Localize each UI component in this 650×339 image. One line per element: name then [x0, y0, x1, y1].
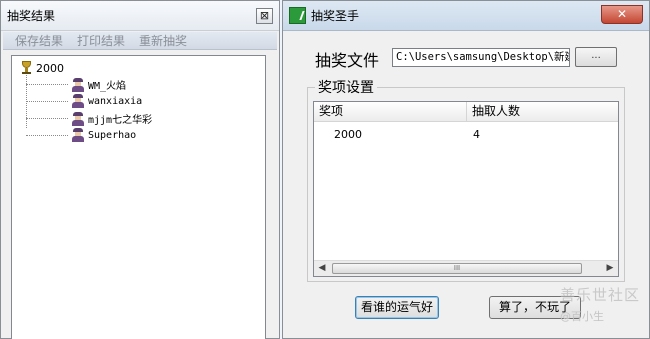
user-icon [71, 111, 85, 126]
user-icon [71, 128, 85, 142]
tree-child-node[interactable]: mjjm七之华彩 [26, 111, 152, 126]
lottery-window-title: 抽奖圣手 [311, 9, 360, 23]
horizontal-scrollbar[interactable]: ◀ III ▶ [314, 260, 618, 276]
trophy-icon [20, 61, 33, 75]
results-close-button[interactable]: ⊠ [256, 8, 273, 24]
browse-button[interactable]: ... [575, 47, 617, 67]
lottery-close-button[interactable]: ✕ [601, 5, 643, 24]
tree-root-label: 2000 [36, 61, 64, 75]
scroll-thumb[interactable]: III [332, 263, 582, 274]
results-window-title: 抽奖结果 [7, 9, 56, 23]
results-window: 抽奖结果 ⊠ 保存结果 打印结果 重新抽奖 2000 WM_火焰 wanxiax… [0, 0, 280, 339]
file-path-field[interactable]: C:\Users\samsung\Desktop\新建 [392, 48, 570, 67]
tree-child-label: wanxiaxia [88, 95, 143, 107]
scroll-right-arrow-icon[interactable]: ▶ [602, 261, 618, 276]
quit-button[interactable]: 算了，不玩了 [489, 296, 581, 319]
lottery-titlebar: 抽奖圣手 [283, 1, 649, 31]
table-row[interactable]: 2000 4 [314, 128, 618, 144]
cell-count: 4 [473, 128, 480, 141]
prize-list-header: 奖项 抽取人数 [314, 102, 618, 122]
menu-print-results[interactable]: 打印结果 [77, 32, 125, 49]
results-tree[interactable]: 2000 WM_火焰 wanxiaxia mjjm七之华彩 Superhao [11, 55, 266, 339]
results-menubar: 保存结果 打印结果 重新抽奖 [3, 32, 277, 50]
prize-list[interactable]: 奖项 抽取人数 2000 4 ◀ III ▶ [313, 101, 619, 277]
file-label: 抽奖文件 [315, 51, 380, 70]
results-titlebar: 抽奖结果 [1, 1, 279, 31]
tree-child-label: Superhao [88, 129, 137, 141]
tree-child-label: WM_火焰 [88, 81, 127, 92]
tree-root-node[interactable]: 2000 [20, 61, 64, 75]
prize-settings-title: 奖项设置 [315, 77, 377, 97]
tree-child-node[interactable]: Superhao [26, 128, 136, 142]
user-icon [71, 77, 85, 92]
tree-child-node[interactable]: WM_火焰 [26, 77, 126, 92]
menu-save-results[interactable]: 保存结果 [15, 32, 63, 49]
column-header-prize[interactable]: 奖项 [314, 102, 467, 122]
menu-redraw[interactable]: 重新抽奖 [139, 32, 187, 49]
lottery-window: 抽奖圣手 ✕ 抽奖文件 C:\Users\samsung\Desktop\新建 … [282, 0, 650, 339]
tree-child-node[interactable]: wanxiaxia [26, 94, 142, 108]
draw-button[interactable]: 看谁的运气好 [355, 296, 439, 319]
tree-child-label: mjjm七之华彩 [88, 115, 153, 126]
app-icon [289, 7, 306, 24]
scroll-left-arrow-icon[interactable]: ◀ [314, 261, 330, 276]
column-header-count[interactable]: 抽取人数 [467, 102, 618, 122]
user-icon [71, 94, 85, 108]
cell-prize: 2000 [334, 128, 362, 141]
